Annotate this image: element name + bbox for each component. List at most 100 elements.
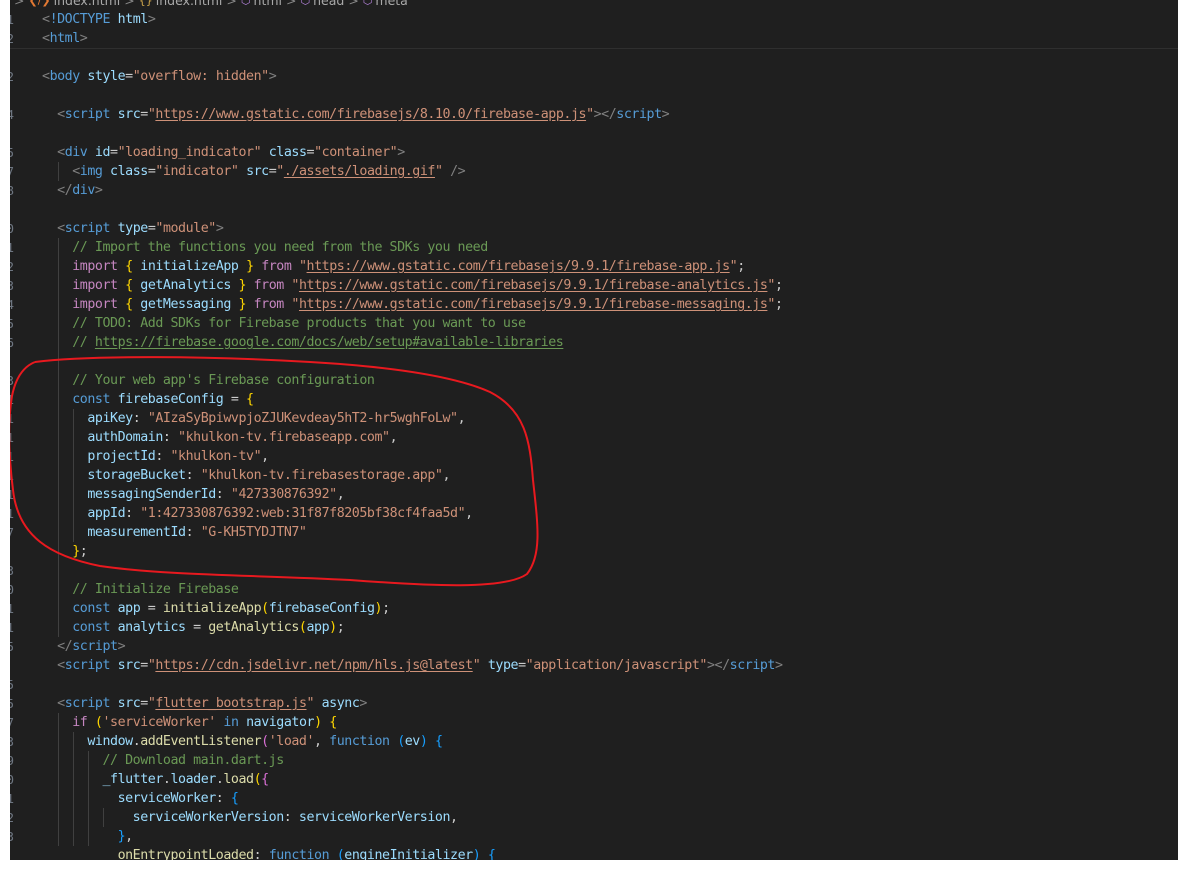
code-token: window [87, 734, 133, 749]
code-token: { [246, 392, 254, 407]
code-token: } [238, 278, 247, 293]
code-token: const [72, 601, 111, 616]
code-line[interactable]: serviceWorker: { [42, 789, 239, 808]
code-line[interactable]: <script src="https://cdn.jsdelivr.net/np… [42, 656, 783, 675]
code-line[interactable]: // Import the functions you need from th… [42, 238, 488, 257]
code-line[interactable]: import { getMessaging } from "https://ww… [42, 295, 783, 314]
code-token: analytics [117, 620, 186, 635]
code-token: script [64, 221, 111, 236]
code-line[interactable]: measurementId: "G-KH5TYDJTN7" [42, 523, 307, 542]
code-token: " [586, 107, 594, 122]
code-line[interactable]: serviceWorkerVersion: serviceWorkerVersi… [42, 808, 458, 827]
code-token: , [125, 829, 133, 844]
code-token: // Import the functions you need from th… [72, 240, 488, 255]
code-token: apiKey [87, 411, 133, 426]
code-token: > [79, 31, 88, 46]
code-token: body [49, 69, 81, 84]
code-editor[interactable]: > ❮/❯ index.html >{} index.html > ⬡ html > ⬡ head >… [10, 0, 1178, 860]
code-token: navigator [246, 715, 315, 730]
code-line[interactable]: appId: "1:427330876392:web:31f87f8205bf3… [42, 504, 473, 523]
code-token: html [49, 31, 81, 46]
code-token: https://firebase.google.com/docs/web/set… [94, 335, 564, 350]
code-line[interactable]: const analytics = getAnalytics(app); [42, 618, 344, 637]
code-line[interactable]: </div> [42, 181, 103, 200]
code-line[interactable]: messagingSenderId: "427330876392", [42, 485, 344, 504]
code-token: from [253, 278, 285, 293]
code-token: = [185, 620, 209, 635]
code-token: , [314, 734, 330, 749]
code-token: app [117, 601, 141, 616]
code-token: ) [314, 715, 322, 730]
code-token: !DOCTYPE [49, 12, 111, 27]
code-token: ( [261, 734, 269, 749]
code-line[interactable]: onEntrypointLoaded: function (engineInit… [42, 846, 496, 860]
code-token: id [94, 145, 111, 160]
code-line[interactable]: <script src="https://www.gstatic.com/fir… [42, 105, 670, 124]
code-line[interactable]: <html> [42, 29, 88, 48]
code-line[interactable]: // Your web app's Firebase configuration [42, 371, 375, 390]
code-area[interactable]: <!DOCTYPE html> <html> <body style="overfl… [10, 0, 1178, 860]
code-line[interactable]: <body style="overflow: hidden"> [42, 67, 277, 86]
code-line[interactable]: </script> [42, 637, 125, 656]
code-line[interactable]: import { getAnalytics } from "https://ww… [42, 276, 783, 295]
code-token: > [94, 183, 103, 198]
code-line[interactable]: if ('serviceWorker' in navigator) { [42, 713, 337, 732]
code-token: addEventListener [140, 734, 262, 749]
code-line[interactable]: storageBucket: "khulkon-tv.firebasestora… [42, 466, 450, 485]
code-line[interactable]: const app = initializeApp(firebaseConfig… [42, 599, 390, 618]
code-line[interactable]: import { initializeApp } from "https://w… [42, 257, 745, 276]
code-token: // [72, 335, 95, 350]
code-line[interactable]: }; [42, 542, 88, 561]
code-line[interactable]: }, [42, 827, 134, 846]
code-token: = [518, 658, 526, 673]
code-line[interactable]: <img class="indicator" src="./assets/loa… [42, 162, 465, 181]
code-line[interactable]: // Initialize Firebase [42, 580, 239, 599]
code-token: async [321, 696, 360, 711]
code-token: storageBucket [87, 468, 186, 483]
code-line[interactable]: const firebaseConfig = { [42, 390, 254, 409]
code-token: ; [774, 297, 783, 312]
code-line[interactable]: <script type="module"> [42, 219, 224, 238]
code-token: " [291, 278, 299, 293]
code-token: = [140, 696, 148, 711]
code-token: https://cdn.jsdelivr.net/npm/hls.js@late… [155, 658, 473, 673]
code-line[interactable]: // https://firebase.google.com/docs/web/… [42, 333, 564, 352]
code-token: projectId [87, 449, 156, 464]
code-token: load [223, 772, 254, 787]
code-line[interactable]: <!DOCTYPE html> [42, 10, 156, 29]
code-line[interactable]: // TODO: Add SDKs for Firebase products … [42, 314, 526, 333]
code-line[interactable]: projectId: "khulkon-tv", [42, 447, 269, 466]
code-token: > [268, 69, 277, 84]
code-token: : [132, 411, 148, 426]
code-token: flutter_bootstrap.js [155, 696, 307, 711]
code-line[interactable]: <script src="flutter_bootstrap.js" async… [42, 694, 367, 713]
code-token: } [238, 297, 247, 312]
code-token: </ [57, 183, 73, 198]
code-line[interactable]: authDomain: "khulkon-tv.firebaseapp.com"… [42, 428, 397, 447]
code-line[interactable]: _flutter.loader.load({ [42, 770, 269, 789]
code-token: src [117, 696, 141, 711]
code-line[interactable]: window.addEventListener('load', function… [42, 732, 443, 751]
code-token: "G-KH5TYDJTN7" [200, 525, 307, 540]
code-token: "khulkon-tv.firebasestorage.app" [200, 468, 443, 483]
code-line[interactable]: <div id="loading_indicator" class="conta… [42, 143, 405, 162]
code-line[interactable]: // Download main.dart.js [42, 751, 284, 770]
code-token: { [230, 791, 239, 806]
code-token: div [64, 145, 88, 160]
code-line[interactable]: apiKey: "AIzaSyBpiwvpjoZJUKevdeay5hT2-hr… [42, 409, 465, 428]
